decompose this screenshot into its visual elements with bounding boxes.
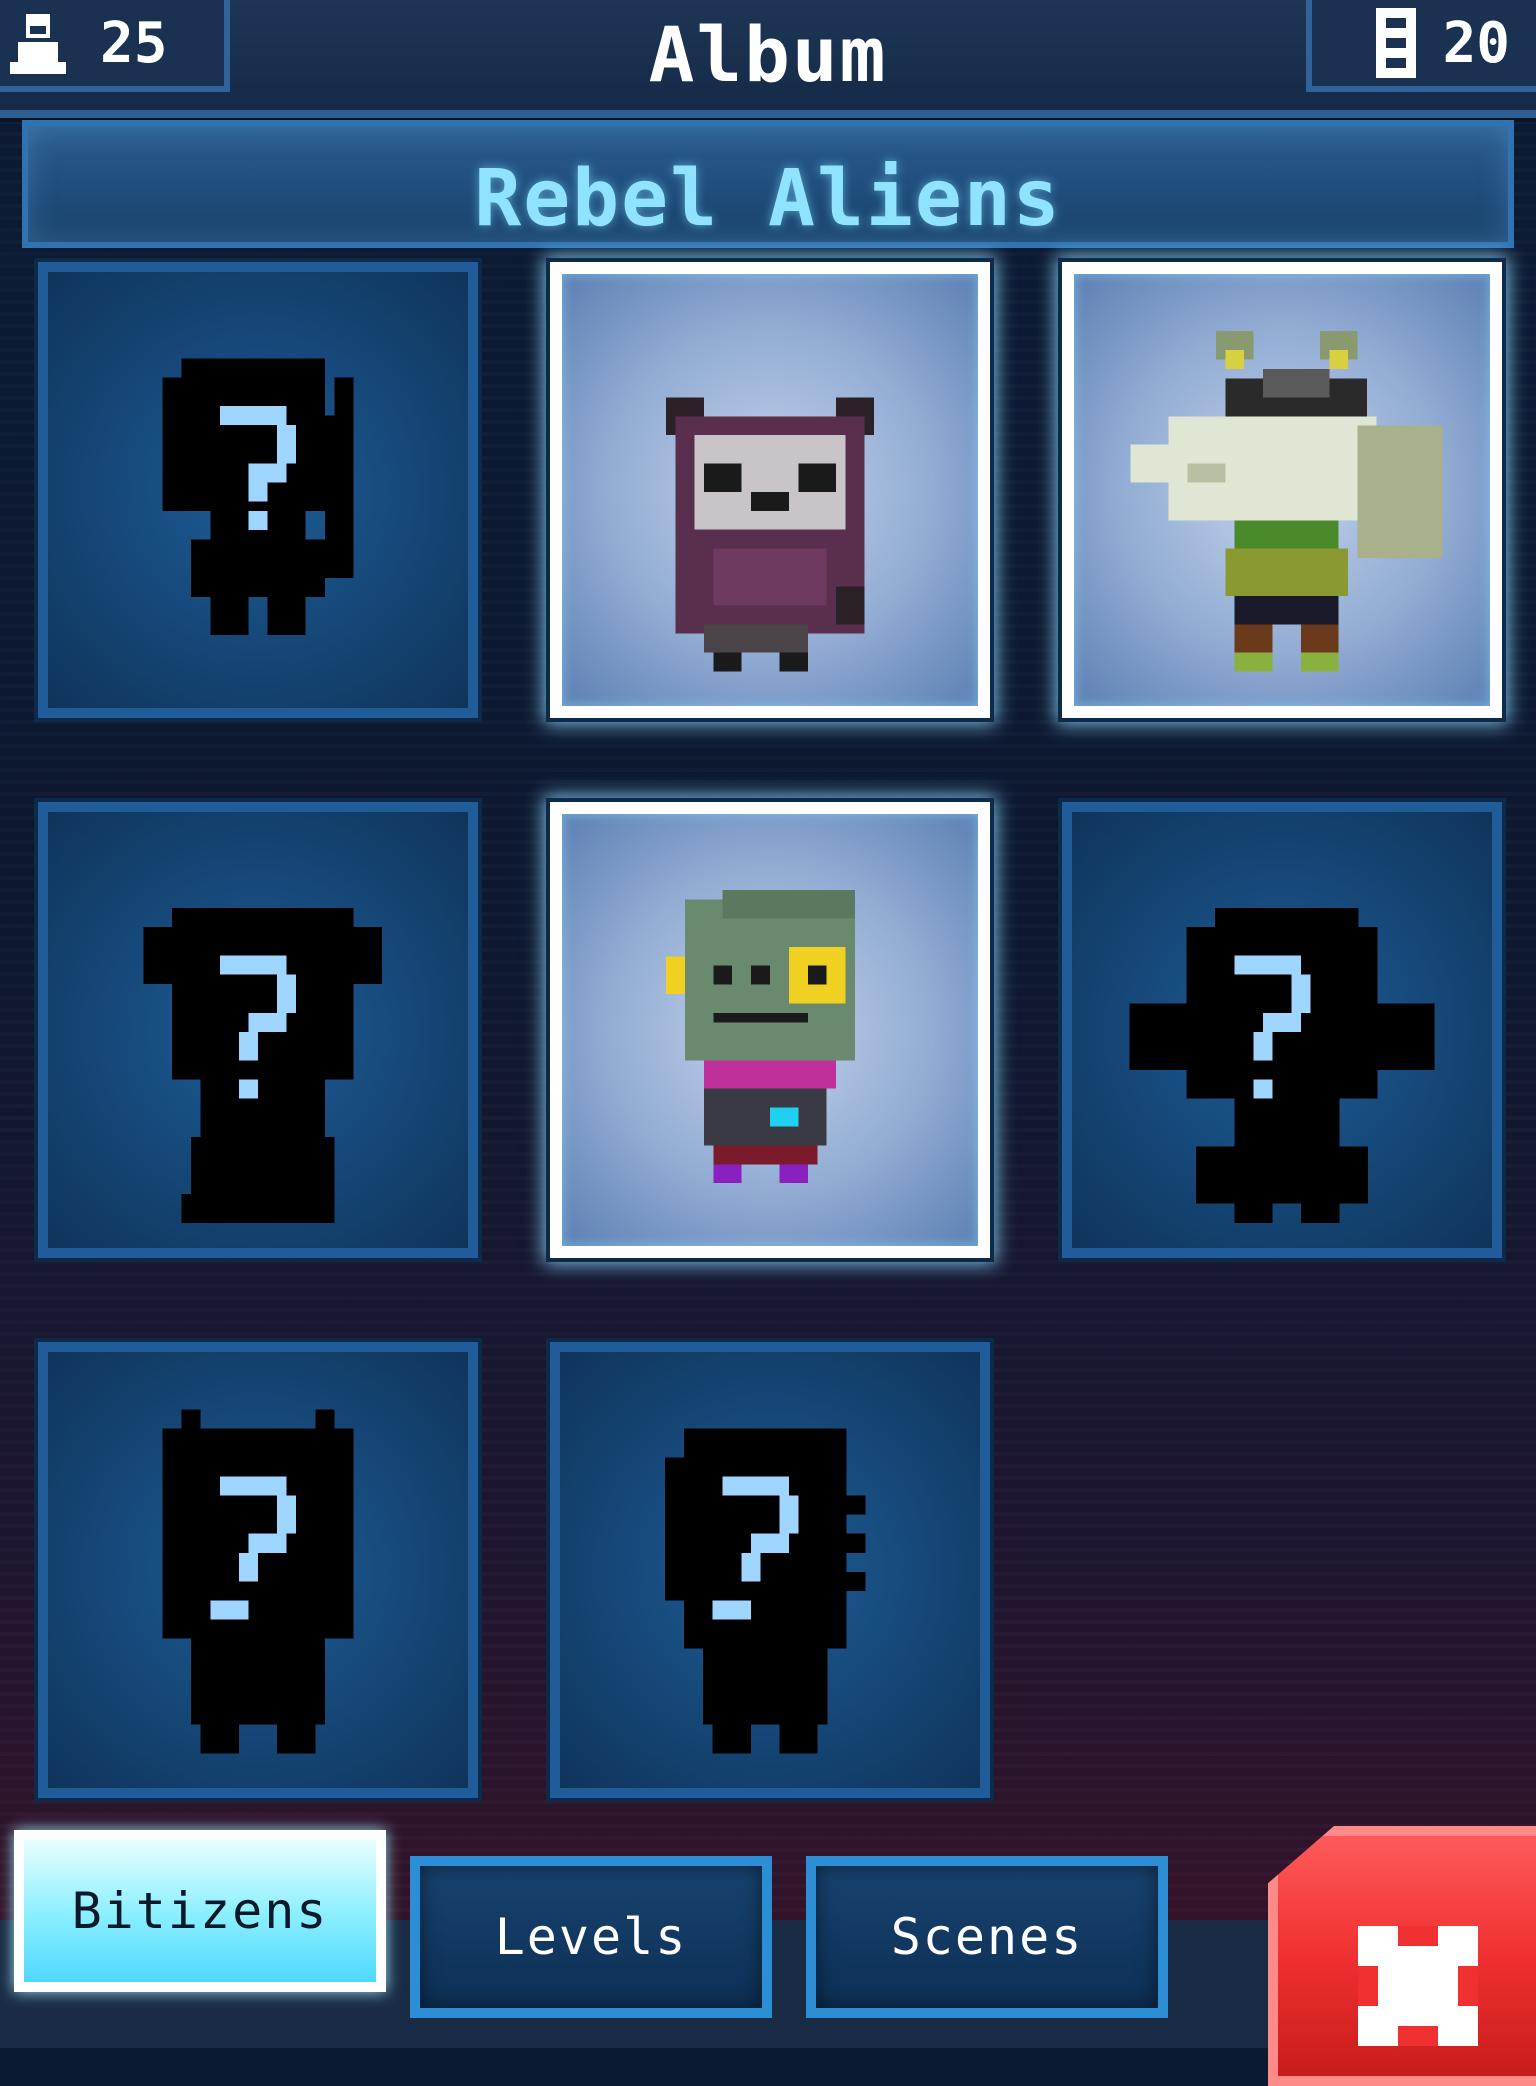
floors-icon [1376, 8, 1416, 82]
album-card-6[interactable] [1058, 798, 1506, 1262]
tab-scenes[interactable]: Scenes [806, 1856, 1168, 2018]
goggled-wolf-alien-icon [1130, 331, 1443, 672]
green-cyclops-alien-icon [666, 890, 856, 1184]
album-card-1[interactable] [34, 258, 482, 722]
mystery-silhouette-icon [143, 907, 383, 1223]
floors-counter: 20 [1306, 0, 1536, 92]
album-card-2[interactable] [546, 258, 994, 722]
album-card-4[interactable] [34, 798, 482, 1262]
floors-value: 20 [1442, 10, 1510, 76]
tab-bitizens[interactable]: Bitizens [14, 1830, 386, 1992]
mystery-silhouette-icon [1129, 907, 1435, 1223]
album-card-8[interactable] [546, 1338, 994, 1802]
mystery-silhouette-icon [162, 1409, 354, 1754]
top-bar: 25 Album 20 [0, 0, 1536, 118]
mystery-silhouette-icon [665, 1428, 866, 1754]
category-banner: Rebel Aliens [22, 120, 1514, 248]
album-card-3[interactable] [1058, 258, 1506, 722]
album-card-5[interactable] [546, 798, 994, 1262]
mystery-silhouette-icon [162, 358, 354, 636]
category-title: Rebel Aliens [474, 154, 1062, 244]
hooded-panda-alien-icon [666, 397, 874, 672]
tab-levels[interactable]: Levels [410, 1856, 772, 2018]
close-icon [1358, 1926, 1478, 2046]
close-button[interactable] [1268, 1826, 1536, 2086]
album-card-7[interactable] [34, 1338, 482, 1802]
